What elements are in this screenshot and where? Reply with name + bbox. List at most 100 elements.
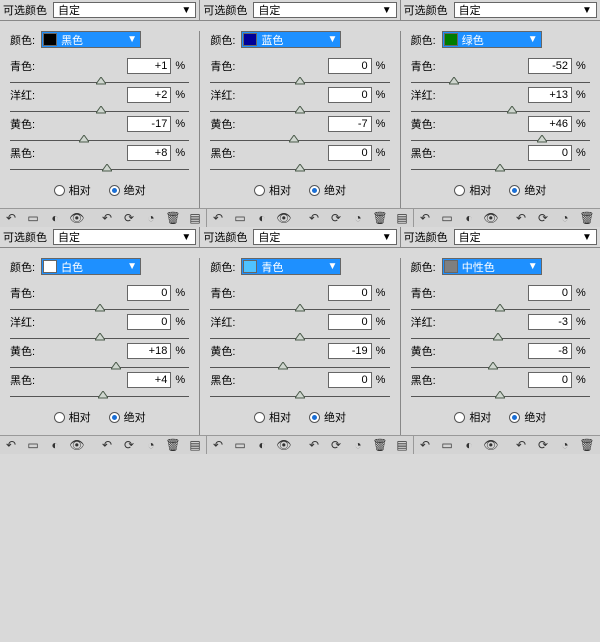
color-dropdown[interactable]: 中性色 ▼	[442, 258, 542, 275]
color-dropdown[interactable]: 白色 ▼	[41, 258, 141, 275]
slider-thumb[interactable]	[111, 362, 121, 372]
slider-thumb[interactable]	[98, 391, 108, 401]
radio-relative[interactable]: 相对	[54, 409, 91, 425]
radio-absolute[interactable]: 绝对	[509, 409, 546, 425]
radio-absolute[interactable]: 绝对	[309, 409, 346, 425]
adj-icon[interactable]: ◐	[255, 211, 269, 225]
slider-track[interactable]	[210, 365, 389, 370]
slider-track[interactable]	[210, 138, 389, 143]
slider-track[interactable]	[411, 80, 590, 85]
eye-icon[interactable]: 👁	[484, 211, 498, 225]
radio-relative[interactable]: 相对	[254, 182, 291, 198]
slider-thumb[interactable]	[493, 333, 503, 343]
slider-thumb[interactable]	[495, 391, 505, 401]
adj-icon[interactable]: ◐	[48, 438, 62, 452]
value-input[interactable]: -3	[528, 314, 572, 330]
slider-track[interactable]	[10, 307, 189, 312]
slider-track[interactable]	[411, 365, 590, 370]
slider-track[interactable]	[411, 336, 590, 341]
radio-relative[interactable]: 相对	[254, 409, 291, 425]
value-input[interactable]: -7	[328, 116, 372, 132]
refresh-icon[interactable]: ⟳	[536, 211, 550, 225]
slider-track[interactable]	[411, 138, 590, 143]
slider-thumb[interactable]	[79, 135, 89, 145]
value-input[interactable]: +18	[127, 343, 171, 359]
preset-dropdown[interactable]: 自定 ▼	[454, 229, 597, 245]
mask-icon[interactable]: ▭	[440, 211, 454, 225]
reset-icon[interactable]: ↶	[4, 211, 18, 225]
slider-thumb[interactable]	[295, 77, 305, 87]
slider-track[interactable]	[10, 365, 189, 370]
slider-thumb[interactable]	[96, 106, 106, 116]
slider-track[interactable]	[210, 336, 389, 341]
slider-track[interactable]	[210, 167, 389, 172]
trash-icon[interactable]: 🗑	[166, 438, 180, 452]
refresh-icon[interactable]: ⟳	[122, 438, 136, 452]
value-input[interactable]: 0	[328, 314, 372, 330]
value-input[interactable]: 0	[127, 314, 171, 330]
slider-track[interactable]	[411, 167, 590, 172]
value-input[interactable]: 0	[328, 145, 372, 161]
preset-dropdown[interactable]: 自定 ▼	[253, 229, 396, 245]
slider-track[interactable]	[210, 109, 389, 114]
mask-icon[interactable]: ▭	[26, 438, 40, 452]
slider-track[interactable]	[210, 394, 389, 399]
value-input[interactable]: -19	[328, 343, 372, 359]
slider-thumb[interactable]	[295, 304, 305, 314]
slider-thumb[interactable]	[488, 362, 498, 372]
value-input[interactable]: 0	[528, 145, 572, 161]
value-input[interactable]: 0	[328, 285, 372, 301]
slider-thumb[interactable]	[295, 164, 305, 174]
slider-thumb[interactable]	[95, 304, 105, 314]
slider-thumb[interactable]	[295, 333, 305, 343]
slider-track[interactable]	[10, 167, 189, 172]
slider-thumb[interactable]	[507, 106, 517, 116]
preset-dropdown[interactable]: 自定 ▼	[53, 229, 196, 245]
clip-icon[interactable]: ◔	[558, 211, 572, 225]
radio-absolute[interactable]: 绝对	[109, 182, 146, 198]
refresh-icon[interactable]: ⟳	[536, 438, 550, 452]
trash-icon[interactable]: 🗑	[580, 211, 594, 225]
value-input[interactable]: 0	[127, 285, 171, 301]
menu-icon[interactable]: ▤	[395, 211, 409, 225]
trash-icon[interactable]: 🗑	[166, 211, 180, 225]
value-input[interactable]: +46	[528, 116, 572, 132]
adj-icon[interactable]: ◐	[48, 211, 62, 225]
trash-icon[interactable]: 🗑	[580, 438, 594, 452]
radio-absolute[interactable]: 绝对	[309, 182, 346, 198]
value-input[interactable]: -17	[127, 116, 171, 132]
slider-thumb[interactable]	[278, 362, 288, 372]
trash-icon[interactable]: 🗑	[373, 438, 387, 452]
radio-absolute[interactable]: 绝对	[109, 409, 146, 425]
mask-icon[interactable]: ▭	[233, 438, 247, 452]
clip-icon[interactable]: ◔	[558, 438, 572, 452]
color-dropdown[interactable]: 黑色 ▼	[41, 31, 141, 48]
radio-absolute[interactable]: 绝对	[509, 182, 546, 198]
reset-icon[interactable]: ↶	[4, 438, 18, 452]
slider-track[interactable]	[411, 109, 590, 114]
reset-icon[interactable]: ↶	[211, 211, 225, 225]
value-input[interactable]: -52	[528, 58, 572, 74]
preset-dropdown[interactable]: 自定 ▼	[253, 2, 396, 18]
slider-track[interactable]	[411, 307, 590, 312]
eye-icon[interactable]: 👁	[70, 438, 84, 452]
eye-icon[interactable]: 👁	[484, 438, 498, 452]
reset-icon[interactable]: ↶	[418, 211, 432, 225]
back-icon[interactable]: ↶	[100, 438, 114, 452]
menu-icon[interactable]: ▤	[188, 211, 202, 225]
slider-thumb[interactable]	[295, 391, 305, 401]
adj-icon[interactable]: ◐	[255, 438, 269, 452]
value-input[interactable]: -8	[528, 343, 572, 359]
value-input[interactable]: +1	[127, 58, 171, 74]
reset-icon[interactable]: ↶	[418, 438, 432, 452]
slider-thumb[interactable]	[95, 333, 105, 343]
back-icon[interactable]: ↶	[514, 438, 528, 452]
slider-track[interactable]	[10, 138, 189, 143]
adj-icon[interactable]: ◐	[462, 211, 476, 225]
value-input[interactable]: +2	[127, 87, 171, 103]
back-icon[interactable]: ↶	[307, 438, 321, 452]
value-input[interactable]: 0	[528, 372, 572, 388]
slider-thumb[interactable]	[495, 304, 505, 314]
value-input[interactable]: 0	[328, 372, 372, 388]
clip-icon[interactable]: ◔	[144, 438, 158, 452]
